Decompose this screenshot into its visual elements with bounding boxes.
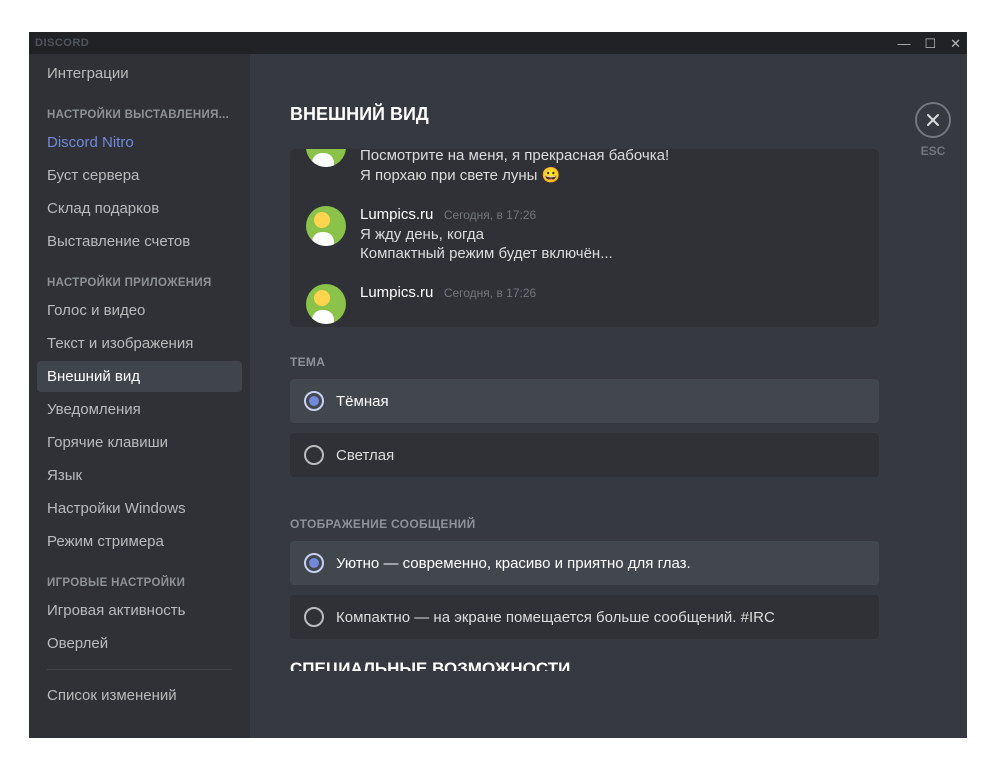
- settings-content: ВНЕШНИЙ ВИД Посмотрите на меня, я прекра…: [250, 54, 899, 738]
- sidebar-item-integrations[interactable]: Интеграции: [37, 58, 242, 89]
- radio-icon: [304, 391, 324, 411]
- message-header: Lumpics.ru Сегодня, в 17:26: [360, 206, 613, 224]
- sidebar-item-appearance[interactable]: Внешний вид: [37, 361, 242, 392]
- radio-label: Компактно — на экране помещается больше …: [336, 609, 775, 626]
- avatar: [306, 149, 346, 167]
- preview-message: Lumpics.ru Сегодня, в 17:26: [306, 278, 879, 327]
- esc-label: ESC: [921, 144, 946, 158]
- sidebar-item-billing[interactable]: Выставление счетов: [37, 226, 242, 257]
- close-column: ESC: [899, 54, 967, 738]
- message-header: Lumpics.ru Сегодня, в 17:26: [360, 284, 536, 302]
- sidebar-item-overlay[interactable]: Оверлей: [37, 628, 242, 659]
- radio-label: Уютно — современно, красиво и приятно дл…: [336, 555, 691, 572]
- radio-icon: [304, 607, 324, 627]
- section-label-theme: ТЕМА: [290, 355, 879, 369]
- sidebar-divider: [47, 669, 232, 670]
- app-body: Интеграции НАСТРОЙКИ ВЫСТАВЛЕНИЯ... Disc…: [29, 54, 967, 738]
- section-title-accessibility: СПЕЦИАЛЬНЫЕ ВОЗМОЖНОСТИ: [290, 659, 879, 671]
- app-window: DISCORD — ☐ ✕ Интеграции НАСТРОЙКИ ВЫСТА…: [29, 32, 967, 738]
- sidebar-item-gift-inventory[interactable]: Склад подарков: [37, 193, 242, 224]
- message-body: Lumpics.ru Сегодня, в 17:26: [360, 284, 536, 324]
- sidebar-item-voice-video[interactable]: Голос и видео: [37, 295, 242, 326]
- close-window-button[interactable]: ✕: [950, 37, 961, 50]
- message-text: Посмотрите на меня, я прекрасная бабочка…: [360, 149, 669, 164]
- maximize-button[interactable]: ☐: [924, 37, 936, 50]
- titlebar-brand: DISCORD: [35, 37, 89, 49]
- sidebar-item-keybinds[interactable]: Горячие клавиши: [37, 427, 242, 458]
- minimize-button[interactable]: —: [897, 37, 910, 50]
- sidebar-header-billing: НАСТРОЙКИ ВЫСТАВЛЕНИЯ...: [37, 91, 242, 127]
- window-controls: — ☐ ✕: [897, 37, 961, 50]
- section-label-message-display: ОТОБРАЖЕНИЕ СООБЩЕНИЙ: [290, 517, 879, 531]
- radio-icon: [304, 553, 324, 573]
- message-text: Я жду день, когда: [360, 226, 613, 243]
- display-option-cozy[interactable]: Уютно — современно, красиво и приятно дл…: [290, 541, 879, 585]
- sidebar-header-app: НАСТРОЙКИ ПРИЛОЖЕНИЯ: [37, 259, 242, 295]
- sidebar-item-windows-settings[interactable]: Настройки Windows: [37, 493, 242, 524]
- sidebar-item-notifications[interactable]: Уведомления: [37, 394, 242, 425]
- preview-message: Посмотрите на меня, я прекрасная бабочка…: [306, 149, 879, 190]
- theme-option-light[interactable]: Светлая: [290, 433, 879, 477]
- display-option-compact[interactable]: Компактно — на экране помещается больше …: [290, 595, 879, 639]
- message-text: Я порхаю при свете луны 😀: [360, 166, 669, 184]
- radio-icon: [304, 445, 324, 465]
- message-body: Посмотрите на меня, я прекрасная бабочка…: [360, 149, 669, 184]
- titlebar: DISCORD — ☐ ✕: [29, 32, 967, 54]
- message-timestamp: Сегодня, в 17:26: [444, 208, 536, 222]
- close-icon: [925, 112, 941, 128]
- preview-message: Lumpics.ru Сегодня, в 17:26 Я жду день, …: [306, 200, 879, 268]
- message-timestamp: Сегодня, в 17:26: [444, 286, 536, 300]
- message-username: Lumpics.ru: [360, 284, 433, 301]
- radio-label: Тёмная: [336, 393, 389, 410]
- sidebar-item-game-activity[interactable]: Игровая активность: [37, 595, 242, 626]
- settings-sidebar: Интеграции НАСТРОЙКИ ВЫСТАВЛЕНИЯ... Disc…: [29, 54, 250, 738]
- theme-option-dark[interactable]: Тёмная: [290, 379, 879, 423]
- appearance-preview: Посмотрите на меня, я прекрасная бабочка…: [290, 149, 879, 327]
- sidebar-item-nitro[interactable]: Discord Nitro: [37, 127, 242, 158]
- sidebar-item-streamer-mode[interactable]: Режим стримера: [37, 526, 242, 557]
- message-body: Lumpics.ru Сегодня, в 17:26 Я жду день, …: [360, 206, 613, 262]
- close-settings-button[interactable]: [915, 102, 951, 138]
- sidebar-header-game: ИГРОВЫЕ НАСТРОЙКИ: [37, 559, 242, 595]
- radio-label: Светлая: [336, 447, 394, 464]
- avatar: [306, 206, 346, 246]
- sidebar-item-text-images[interactable]: Текст и изображения: [37, 328, 242, 359]
- page-title: ВНЕШНИЙ ВИД: [290, 104, 879, 125]
- message-username: Lumpics.ru: [360, 206, 433, 223]
- sidebar-item-language[interactable]: Язык: [37, 460, 242, 491]
- avatar: [306, 284, 346, 324]
- sidebar-item-changelog[interactable]: Список изменений: [37, 680, 242, 711]
- sidebar-item-server-boost[interactable]: Буст сервера: [37, 160, 242, 191]
- message-text: Компактный режим будет включён...: [360, 245, 613, 262]
- content-wrap: ВНЕШНИЙ ВИД Посмотрите на меня, я прекра…: [250, 54, 967, 738]
